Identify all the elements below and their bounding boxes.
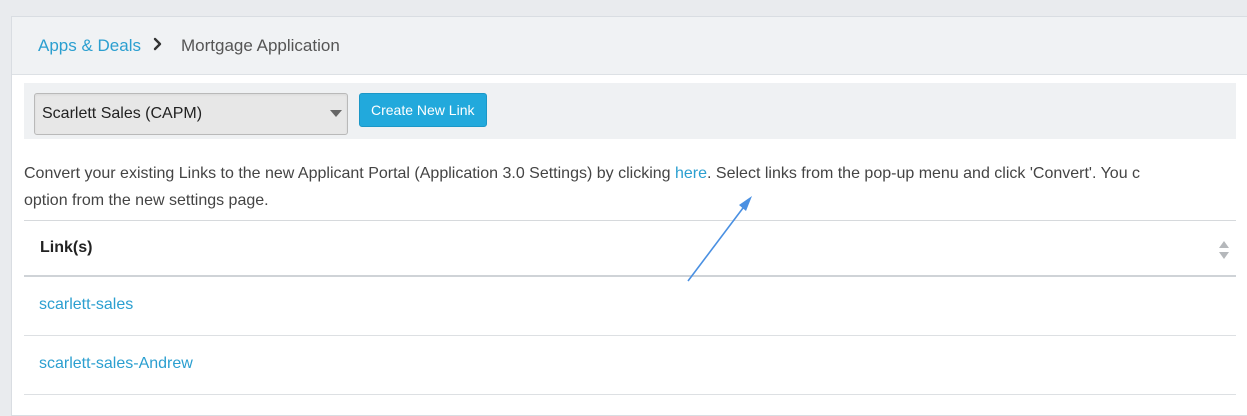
link-scarlett-sales[interactable]: scarlett-sales — [39, 296, 133, 314]
company-select-value: Scarlett Sales (CAPM) — [42, 105, 203, 122]
links-table-header: Link(s) — [24, 220, 1236, 277]
convert-info-text: Convert your existing Links to the new A… — [24, 160, 1247, 214]
breadcrumb-current: Mortgage Application — [181, 36, 340, 55]
convert-info-line-1: Convert your existing Links to the new A… — [24, 160, 1247, 187]
convert-here-link[interactable]: here — [675, 165, 707, 182]
caret-down-icon — [330, 110, 342, 117]
table-row: scarlett-sales — [24, 277, 1236, 336]
link-toolbar: Scarlett Sales (CAPM) Create New Link — [24, 83, 1236, 139]
breadcrumb: Apps & Deals Mortgage Application — [38, 36, 340, 56]
sort-icon[interactable] — [1218, 240, 1230, 260]
convert-info-line-2: option from the new settings page. — [24, 192, 269, 209]
info-text-after: . Select links from the pop-up menu and … — [707, 165, 1141, 182]
create-new-link-button[interactable]: Create New Link — [359, 93, 487, 127]
panel-header: Apps & Deals Mortgage Application — [12, 17, 1247, 75]
breadcrumb-apps-deals-link[interactable]: Apps & Deals — [38, 36, 141, 56]
chevron-right-icon — [153, 36, 171, 56]
company-select[interactable]: Scarlett Sales (CAPM) — [34, 93, 348, 135]
table-row: scarlett-sales-Andrew — [24, 336, 1236, 395]
links-table: Link(s) scarlett-sales scarlett-sales-An… — [24, 220, 1236, 395]
page: Apps & Deals Mortgage Application Scarle… — [0, 0, 1247, 416]
info-text-before: Convert your existing Links to the new A… — [24, 165, 675, 182]
column-header-links[interactable]: Link(s) — [40, 239, 92, 257]
link-scarlett-sales-andrew[interactable]: scarlett-sales-Andrew — [39, 355, 193, 373]
